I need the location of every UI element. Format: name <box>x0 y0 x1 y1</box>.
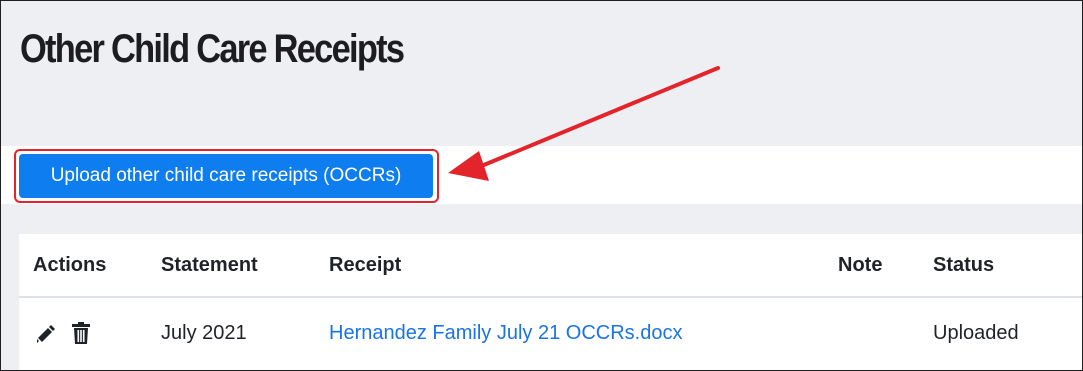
upload-occrs-button[interactable]: Upload other child care receipts (OCCRs) <box>19 154 433 198</box>
column-header-receipt: Receipt <box>329 234 838 298</box>
receipts-table: Actions Statement Receipt Note Status Ju… <box>19 234 1082 368</box>
column-header-statement: Statement <box>161 234 329 298</box>
column-header-actions: Actions <box>19 234 161 298</box>
actions-cell <box>19 297 161 368</box>
status-cell: Uploaded <box>933 321 1019 344</box>
receipt-file-link[interactable]: Hernandez Family July 21 OCCRs.docx <box>329 322 682 344</box>
receipt-cell: Hernandez Family July 21 OCCRs.docx <box>329 297 838 368</box>
page-title: Other Child Care Receipts <box>20 27 405 71</box>
pencil-icon[interactable] <box>33 320 57 346</box>
trash-icon[interactable] <box>69 320 93 346</box>
screenshot-frame: Other Child Care Receipts Upload other c… <box>0 0 1083 371</box>
column-header-status: Status <box>933 234 1082 298</box>
receipts-table-container: Actions Statement Receipt Note Status Ju… <box>19 234 1082 370</box>
note-cell <box>838 297 933 368</box>
table-row: July 2021 Hernandez Family July 21 OCCRs… <box>19 297 1082 368</box>
column-header-note: Note <box>838 234 933 298</box>
table-header-row: Actions Statement Receipt Note Status <box>19 234 1082 298</box>
statement-cell: July 2021 <box>161 321 247 344</box>
